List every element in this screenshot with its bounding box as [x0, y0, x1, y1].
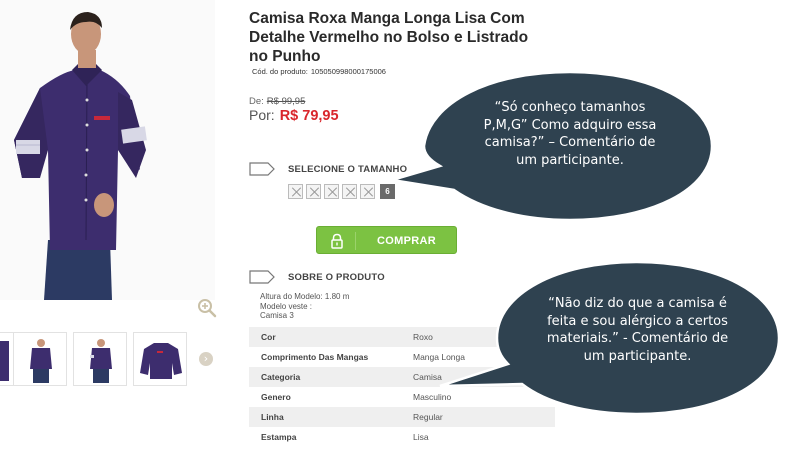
thumbnail-strip	[0, 332, 215, 388]
comment-line: camisa?” – Comentário de	[484, 135, 656, 150]
product-code-value: 105050998000175006	[310, 67, 386, 76]
comment-bubble-2: “Não diz do que a camisa é feita e sou a…	[525, 295, 750, 365]
thumbnail[interactable]	[13, 332, 67, 386]
product-code: Cód. do produto: 105050998000175006	[252, 67, 386, 76]
thumbnail[interactable]	[133, 332, 187, 386]
zoom-in-icon[interactable]	[197, 298, 217, 318]
product-main-image[interactable]	[0, 0, 215, 300]
thumbnail[interactable]	[73, 332, 127, 386]
model-size: Camisa 3	[260, 311, 294, 320]
current-price-value: R$ 79,95	[279, 108, 339, 124]
product-title: Camisa Roxa Manga Longa Lisa Com Detalhe…	[249, 10, 529, 65]
table-row: Linha Regular	[249, 407, 555, 427]
table-row: Categoria Camisa	[249, 367, 555, 387]
thumbnail[interactable]	[0, 332, 14, 386]
model-info: Altura do Modelo: 1.80 m Modelo veste : …	[260, 292, 349, 321]
size-option[interactable]	[306, 184, 321, 199]
model-height: Altura do Modelo: 1.80 m	[260, 292, 350, 301]
size-option[interactable]	[288, 184, 303, 199]
attribute-value: Camisa	[401, 367, 555, 387]
comment-line: P,M,G” Como adquiro essa	[483, 117, 657, 133]
lock-icon	[331, 233, 343, 249]
comment-line: materiais.” - Comentário de	[546, 331, 729, 346]
attribute-value: Regular	[401, 407, 555, 427]
attribute-key: Comprimento Das Mangas	[261, 352, 369, 362]
attribute-value: Lisa	[413, 432, 429, 442]
comment-line: “Só conheço tamanhos	[494, 100, 646, 115]
buy-button[interactable]: COMPRAR	[316, 226, 457, 254]
chevron-right-icon[interactable]: ›	[199, 352, 213, 366]
table-row: Cor Roxo	[249, 327, 555, 347]
attribute-key: Estampa	[261, 432, 297, 442]
product-code-label: Cód. do produto:	[252, 67, 308, 76]
size-section-label: SELECIONE O TAMANHO	[288, 164, 408, 175]
buy-button-label: COMPRAR	[377, 235, 436, 247]
comment-line: feita e sou alérgico a certos	[547, 313, 728, 329]
size-option[interactable]	[324, 184, 339, 199]
button-divider	[355, 232, 356, 250]
about-section-label: SOBRE O PRODUTO	[288, 272, 385, 283]
size-option-selected[interactable]: 6	[380, 184, 395, 199]
size-option[interactable]	[360, 184, 375, 199]
attribute-key: Cor	[249, 327, 401, 347]
table-row: Genero Masculino	[249, 387, 555, 407]
current-price-label: Por:	[249, 107, 275, 123]
attribute-key: Genero	[261, 392, 291, 402]
comment-line: “Não diz do que a camisa é	[548, 296, 727, 311]
tag-icon	[249, 270, 275, 284]
comment-bubble-1: “Só conheço tamanhos P,M,G” Como adquiro…	[470, 99, 670, 169]
table-row: Comprimento Das Mangas Manga Longa	[249, 347, 555, 367]
comment-line: um participante.	[516, 152, 624, 168]
size-option[interactable]	[342, 184, 357, 199]
old-price: De: R$ 99,95	[249, 96, 305, 107]
old-price-label: De:	[249, 96, 264, 107]
comment-line: um participante.	[583, 348, 692, 364]
attribute-key: Linha	[249, 407, 401, 427]
attribute-key: Categoria	[249, 367, 401, 387]
attribute-value: Masculino	[413, 392, 452, 402]
old-price-value: R$ 99,95	[266, 96, 306, 107]
attributes-table: Cor Roxo Comprimento Das Mangas Manga Long…	[249, 327, 555, 447]
table-row: Estampa Lisa	[249, 427, 555, 447]
model-wears-label: Modelo veste :	[260, 301, 313, 311]
current-price: Por: R$ 79,95	[249, 107, 339, 124]
tag-icon	[249, 162, 275, 176]
